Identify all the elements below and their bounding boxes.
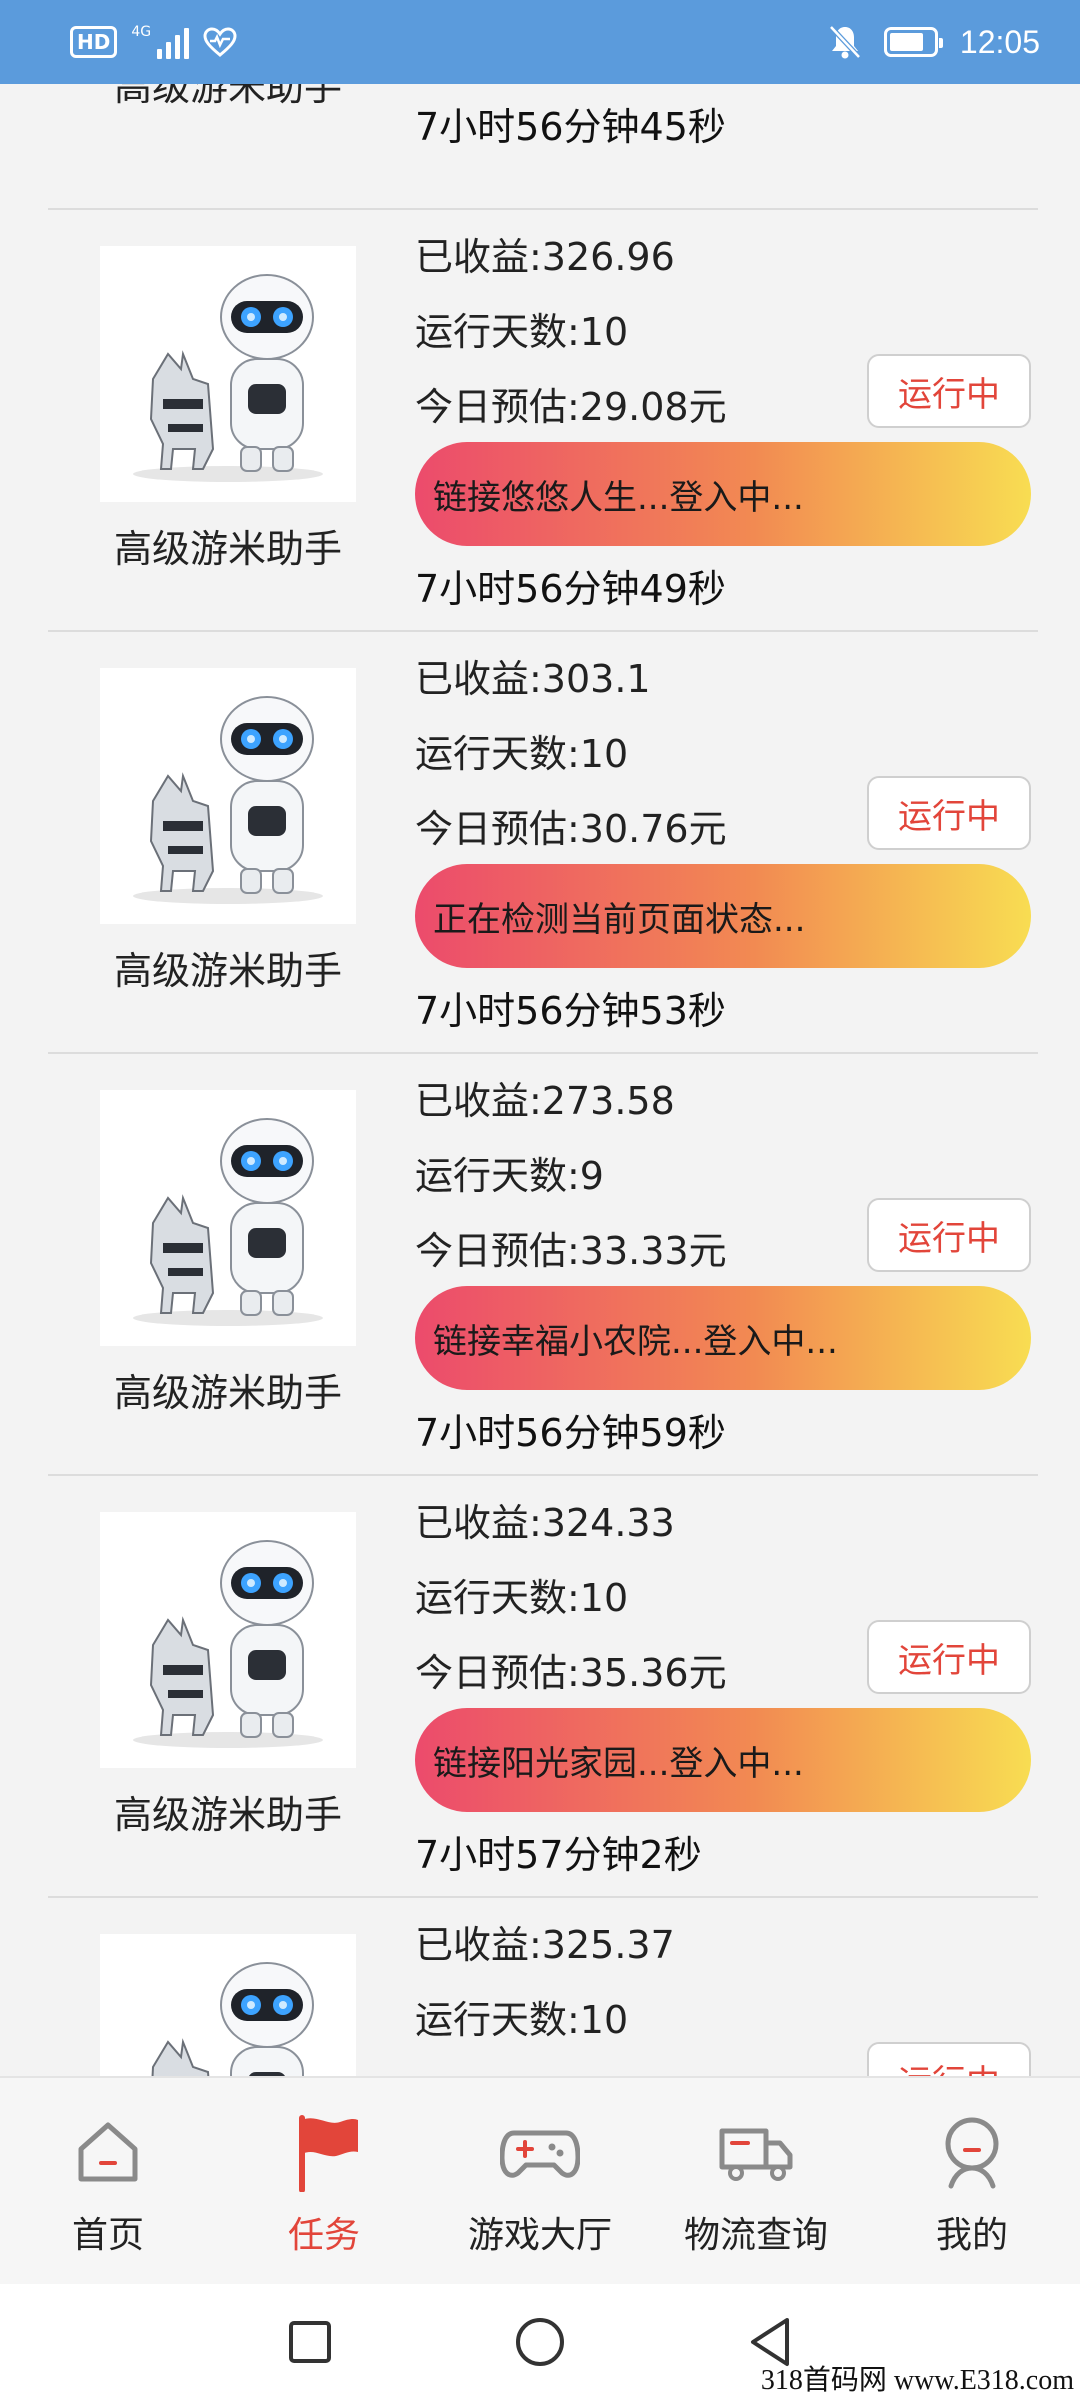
flag-icon [284, 2112, 364, 2192]
nav-item-tasks[interactable]: 任务 [224, 2078, 424, 2286]
robot-avatar-image [100, 1934, 356, 2076]
status-message: 正在检测当前页面状态... [433, 899, 806, 940]
robot-avatar-image [100, 668, 356, 924]
card-name: 高级游米助手 [113, 1371, 342, 1415]
watermark: 318首码网 www.E318.com [760, 2365, 1074, 2396]
robot-avatar-image [100, 246, 356, 502]
earned-amount: 已收益:325.37 [415, 1923, 675, 1967]
today-estimate: 今日预估:35.36元 [415, 1651, 727, 1695]
status-message-pill: 链接悠悠人生...登入中... [415, 442, 1031, 546]
heart-pulse-icon [203, 27, 237, 57]
profile-icon [932, 2112, 1012, 2192]
run-days: 运行天数:10 [415, 310, 629, 354]
robot-icon [133, 696, 323, 904]
earned-amount: 已收益:324.33 [415, 1501, 675, 1545]
nav-item-home[interactable]: 首页 [8, 2078, 208, 2286]
robot-icon [133, 274, 323, 482]
card-name: 高级游米助手 [113, 949, 342, 993]
nav-item-game-hall[interactable]: 游戏大厅 [440, 2078, 640, 2286]
system-nav-bar: 318首码网 www.E318.com [0, 2284, 1080, 2400]
hd-badge: HD [70, 26, 118, 58]
run-timer: 7小时56分钟53秒 [415, 989, 726, 1033]
run-timer: 7小时56分钟45秒 [415, 105, 726, 149]
task-card: 高级游米助手 已收益:324.33 运行天数:10 今日预估:35.36元 运行… [48, 1474, 1038, 1896]
task-card-partial-bottom: 已收益:325.37 运行天数:10 运行中 [48, 1896, 1038, 2076]
card-name: 高级游米助手 [113, 527, 342, 571]
status-message: 链接悠悠人生...登入中... [433, 477, 804, 518]
nav-label-home: 首页 [71, 2215, 144, 2256]
nav-item-profile[interactable]: 我的 [872, 2078, 1072, 2286]
battery-icon [883, 27, 943, 57]
card-name: 高级游米助手 [113, 1793, 342, 1837]
robot-avatar-image [100, 1090, 356, 1346]
status-message-pill: 链接幸福小农院...登入中... [415, 1286, 1031, 1390]
run-days: 运行天数:10 [415, 732, 629, 776]
earned-amount: 已收益:326.96 [415, 235, 675, 279]
running-status-button[interactable]: 运行中 [867, 1198, 1031, 1272]
square-icon [289, 2321, 331, 2363]
status-message-pill: 正在检测当前页面状态... [415, 864, 1031, 968]
run-timer: 7小时56分钟49秒 [415, 567, 726, 611]
run-days: 运行天数:10 [415, 1576, 629, 1620]
status-bar: HD 4G 12:05 [0, 0, 1080, 84]
bottom-nav: 首页 任务 游戏大厅 物流查询 我的 [0, 2076, 1080, 2284]
status-message: 链接阳光家园...登入中... [433, 1743, 804, 1784]
status-right: 12:05 [828, 24, 1040, 61]
nav-label-tasks: 任务 [287, 2215, 360, 2256]
earned-amount: 已收益:273.58 [415, 1079, 675, 1123]
earned-amount: 已收益:303.1 [415, 657, 651, 701]
task-card: 高级游米助手 已收益:303.1 运行天数:10 今日预估:30.76元 运行中… [48, 630, 1038, 1052]
today-estimate: 今日预估:29.08元 [415, 385, 727, 429]
today-estimate: 今日预估:33.33元 [415, 1229, 727, 1273]
status-message: 链接幸福小农院...登入中... [433, 1321, 838, 1362]
gamepad-icon [500, 2112, 580, 2192]
task-card-partial-top: 高级游米助手 7小时56分钟45秒 [48, 84, 1038, 168]
robot-icon [133, 1540, 323, 1748]
run-timer: 7小时57分钟2秒 [415, 1833, 702, 1877]
network-label: 4G [131, 24, 152, 40]
home-system-button[interactable] [508, 2310, 572, 2374]
signal-icon: 4G [131, 24, 190, 59]
robot-avatar-image [100, 1512, 356, 1768]
status-message-pill: 链接阳光家园...登入中... [415, 1708, 1031, 1812]
circle-icon [516, 2318, 564, 2366]
recent-apps-button[interactable] [278, 2310, 342, 2374]
notifications-off-icon [829, 25, 861, 59]
nav-item-logistics[interactable]: 物流查询 [656, 2078, 856, 2286]
task-card: 高级游米助手 已收益:273.58 运行天数:9 今日预估:33.33元 运行中… [48, 1052, 1038, 1474]
home-icon [68, 2112, 148, 2192]
running-status-button[interactable]: 运行中 [867, 2042, 1031, 2076]
running-status-button[interactable]: 运行中 [867, 1620, 1031, 1694]
truck-icon [716, 2112, 796, 2192]
nav-label-game-hall: 游戏大厅 [467, 2215, 612, 2256]
running-status-button[interactable]: 运行中 [867, 776, 1031, 850]
nav-label-logistics: 物流查询 [683, 2215, 828, 2256]
run-days: 运行天数:9 [415, 1154, 604, 1198]
robot-icon [151, 1962, 314, 2076]
task-list[interactable]: 高级游米助手 7小时56分钟45秒 高级游米助手 已收益:326.96 运行天数… [0, 84, 1080, 2076]
today-estimate: 今日预估:30.76元 [415, 807, 727, 851]
card-name: 高级游米助手 [113, 84, 342, 109]
run-days: 运行天数:10 [415, 1998, 629, 2042]
running-status-button[interactable]: 运行中 [867, 354, 1031, 428]
robot-icon [133, 1118, 323, 1326]
clock: 12:05 [959, 23, 1040, 60]
run-timer: 7小时56分钟59秒 [415, 1411, 726, 1455]
status-left: HD 4G [70, 25, 237, 59]
task-card: 高级游米助手 已收益:326.96 运行天数:10 今日预估:29.08元 运行… [48, 208, 1038, 630]
nav-label-profile: 我的 [935, 2215, 1008, 2256]
